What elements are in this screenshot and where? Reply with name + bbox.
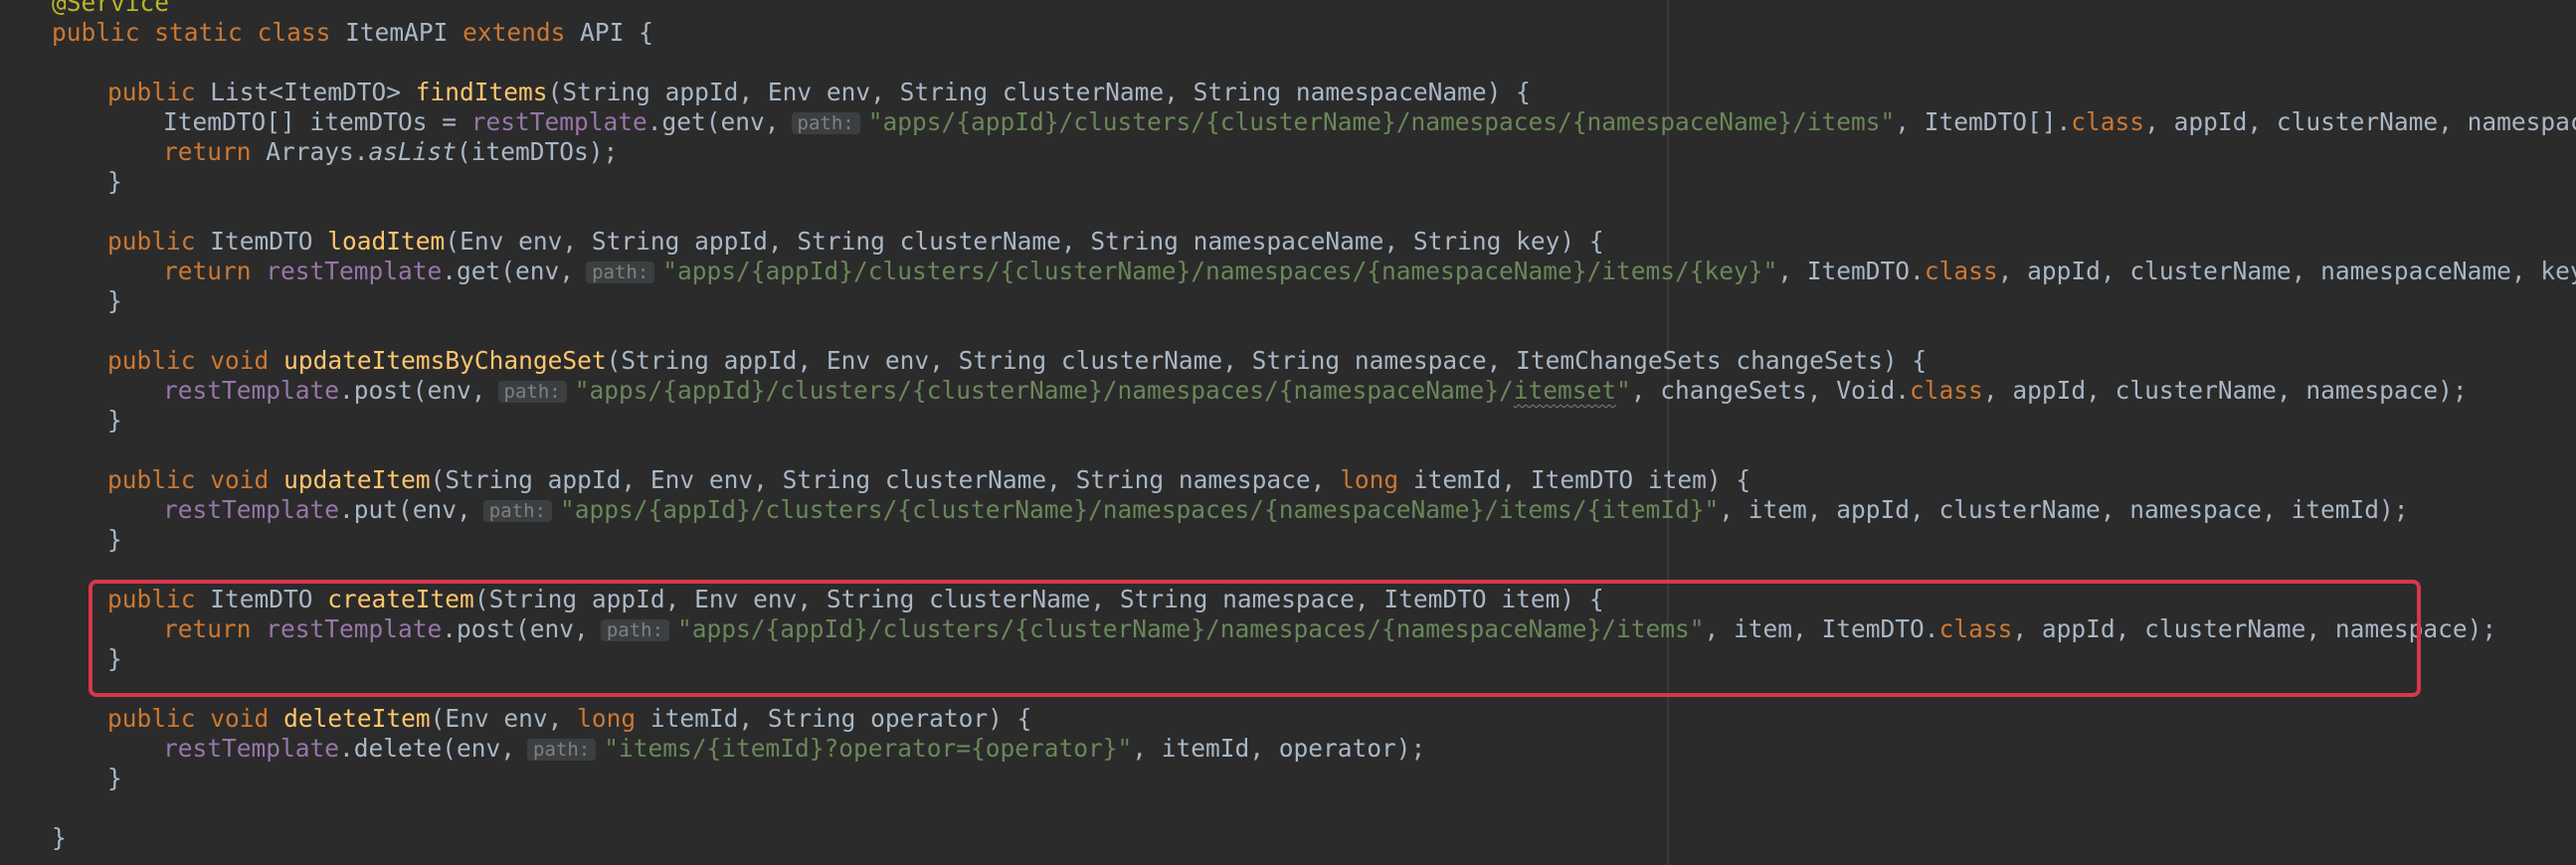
code-line-class-decl: public static class ItemAPI extends API … bbox=[52, 18, 653, 48]
highlight-box-createitem bbox=[89, 580, 2421, 697]
code-token: , appId, clusterName, namespace); bbox=[1982, 376, 2468, 405]
keyword-token: static bbox=[154, 18, 243, 47]
string-token: "apps/{appId}/clusters/{clusterName}/nam… bbox=[662, 257, 1778, 285]
code-token: , changeSets, Void. bbox=[1630, 376, 1911, 405]
params-token: (String appId, Env env, String clusterNa… bbox=[606, 346, 1928, 375]
code-line-finditems-signature: public List<ItemDTO> findItems(String ap… bbox=[107, 78, 1531, 107]
method-name-token: findItems bbox=[415, 78, 548, 106]
brace-token: } bbox=[107, 167, 122, 196]
code-line-updateitemsbychangeset-signature: public void updateItemsByChangeSet(Strin… bbox=[107, 346, 1927, 376]
params-token: itemId, ItemDTO item) { bbox=[1398, 465, 1751, 494]
field-token: restTemplate bbox=[266, 257, 443, 285]
code-line-updateitemsbychangeset-body: restTemplate.post(env, path: "apps/{appId}… bbox=[163, 376, 2468, 406]
keyword-token: public bbox=[107, 78, 196, 106]
parameter-hint: path: bbox=[482, 500, 552, 522]
code-token: , ItemDTO[]. bbox=[1895, 107, 2072, 136]
code-line-close-brace: } bbox=[107, 406, 122, 435]
code-token: .get(env, bbox=[646, 107, 780, 136]
code-line-finditems-body-1: ItemDTO[] itemDTOs = restTemplate.get(en… bbox=[163, 107, 2576, 137]
code-line-deleteitem-signature: public void deleteItem(Env env, long ite… bbox=[107, 704, 1031, 734]
class-name-token: ItemAPI bbox=[345, 18, 449, 47]
keyword-token: public bbox=[107, 227, 196, 256]
code-token: .get(env, bbox=[442, 257, 575, 285]
keyword-token: return bbox=[163, 137, 252, 166]
code-token: (itemDTOs); bbox=[457, 137, 619, 166]
keyword-token: void bbox=[210, 704, 270, 733]
parameter-hint: path: bbox=[497, 381, 567, 403]
code-token: , ItemDTO. bbox=[1777, 257, 1925, 285]
keyword-token: public bbox=[107, 465, 196, 494]
method-name-token: updateItemsByChangeSet bbox=[283, 346, 607, 375]
annotation-token: @Service bbox=[52, 0, 170, 17]
field-token: restTemplate bbox=[163, 376, 340, 405]
type-token: ItemDTO bbox=[210, 227, 328, 256]
parameter-hint: path: bbox=[791, 112, 860, 134]
code-token: .post(env, bbox=[339, 376, 486, 405]
method-name-token: updateItem bbox=[283, 465, 431, 494]
brace-token: } bbox=[107, 764, 122, 792]
typo-string-token: itemset bbox=[1513, 376, 1617, 405]
parameter-hint: path: bbox=[527, 739, 597, 761]
params-token: (String appId, Env env, String clusterNa… bbox=[430, 465, 1341, 494]
code-token: .put(env, bbox=[339, 495, 471, 524]
keyword-token: public bbox=[107, 704, 196, 733]
code-line-loaditem-signature: public ItemDTO loadItem(Env env, String … bbox=[107, 227, 1604, 257]
code-token: .delete(env, bbox=[339, 734, 516, 763]
brace-token: } bbox=[52, 823, 67, 852]
params-token: itemId, String operator) { bbox=[636, 704, 1032, 733]
keyword-token: void bbox=[210, 465, 270, 494]
code-line-updateitem-body: restTemplate.put(env, path: "apps/{appId}/… bbox=[163, 495, 2409, 525]
keyword-token: public bbox=[107, 346, 196, 375]
code-token: , appId, clusterName, namespaceName, key… bbox=[1997, 257, 2576, 285]
field-token: restTemplate bbox=[163, 734, 340, 763]
code-line-loaditem-body: return restTemplate.get(env, path: "apps/{… bbox=[163, 257, 2576, 286]
brace-token: } bbox=[107, 286, 122, 315]
keyword-token: class bbox=[1924, 257, 1998, 285]
code-line-class-close: } bbox=[52, 823, 67, 853]
brace-token: } bbox=[107, 525, 122, 554]
code-line-close-brace: } bbox=[107, 167, 122, 197]
params-token: (String appId, Env env, String clusterNa… bbox=[547, 78, 1531, 106]
code-editor[interactable]: @Service public static class ItemAPI ext… bbox=[0, 0, 2576, 865]
keyword-token: void bbox=[210, 346, 270, 375]
method-name-token: deleteItem bbox=[283, 704, 431, 733]
code-line-close-brace: } bbox=[107, 764, 122, 793]
parent-class-token: API { bbox=[580, 18, 653, 47]
code-token: ItemDTO[] itemDTOs = bbox=[163, 107, 471, 136]
keyword-token: class bbox=[257, 18, 331, 47]
keyword-token: public bbox=[52, 18, 140, 47]
parameter-hint: path: bbox=[586, 261, 655, 283]
code-line-deleteitem-body: restTemplate.delete(env, path: "items/{ite… bbox=[163, 734, 1425, 764]
brace-token: } bbox=[107, 406, 122, 434]
static-method-token: asList bbox=[368, 137, 458, 166]
code-token: , itemId, operator); bbox=[1132, 734, 1426, 763]
params-token: (Env env, String appId, String clusterNa… bbox=[445, 227, 1604, 256]
keyword-token: class bbox=[2071, 107, 2145, 136]
string-token: "apps/{appId}/clusters/{clusterName}/nam… bbox=[574, 376, 1514, 405]
params-token: (Env env, bbox=[430, 704, 578, 733]
keyword-token: class bbox=[1910, 376, 1983, 405]
code-line-close-brace: } bbox=[107, 286, 122, 316]
type-token: List<ItemDTO> bbox=[210, 78, 416, 106]
string-token: "items/{itemId}?operator={operator}" bbox=[604, 734, 1133, 763]
code-line-close-brace: } bbox=[107, 525, 122, 555]
code-line-updateitem-signature: public void updateItem(String appId, Env… bbox=[107, 465, 1750, 495]
keyword-token: long bbox=[1340, 465, 1399, 494]
string-token: "apps/{appId}/clusters/{clusterName}/nam… bbox=[559, 495, 1720, 524]
code-line-finditems-body-2: return Arrays.asList(itemDTOs); bbox=[163, 137, 618, 167]
code-token: , appId, clusterName, namespaceName); bbox=[2144, 107, 2576, 136]
keyword-token: long bbox=[577, 704, 637, 733]
string-token: "apps/{appId}/clusters/{clusterName}/nam… bbox=[867, 107, 1896, 136]
method-name-token: loadItem bbox=[327, 227, 446, 256]
code-line-annotation: @Service bbox=[52, 0, 169, 18]
keyword-token: return bbox=[163, 257, 252, 285]
field-token: restTemplate bbox=[163, 495, 340, 524]
field-token: restTemplate bbox=[470, 107, 647, 136]
keyword-token: extends bbox=[462, 18, 566, 47]
code-token: , item, appId, clusterName, namespace, i… bbox=[1719, 495, 2409, 524]
code-token: Arrays. bbox=[251, 137, 369, 166]
string-token: " bbox=[1616, 376, 1631, 405]
